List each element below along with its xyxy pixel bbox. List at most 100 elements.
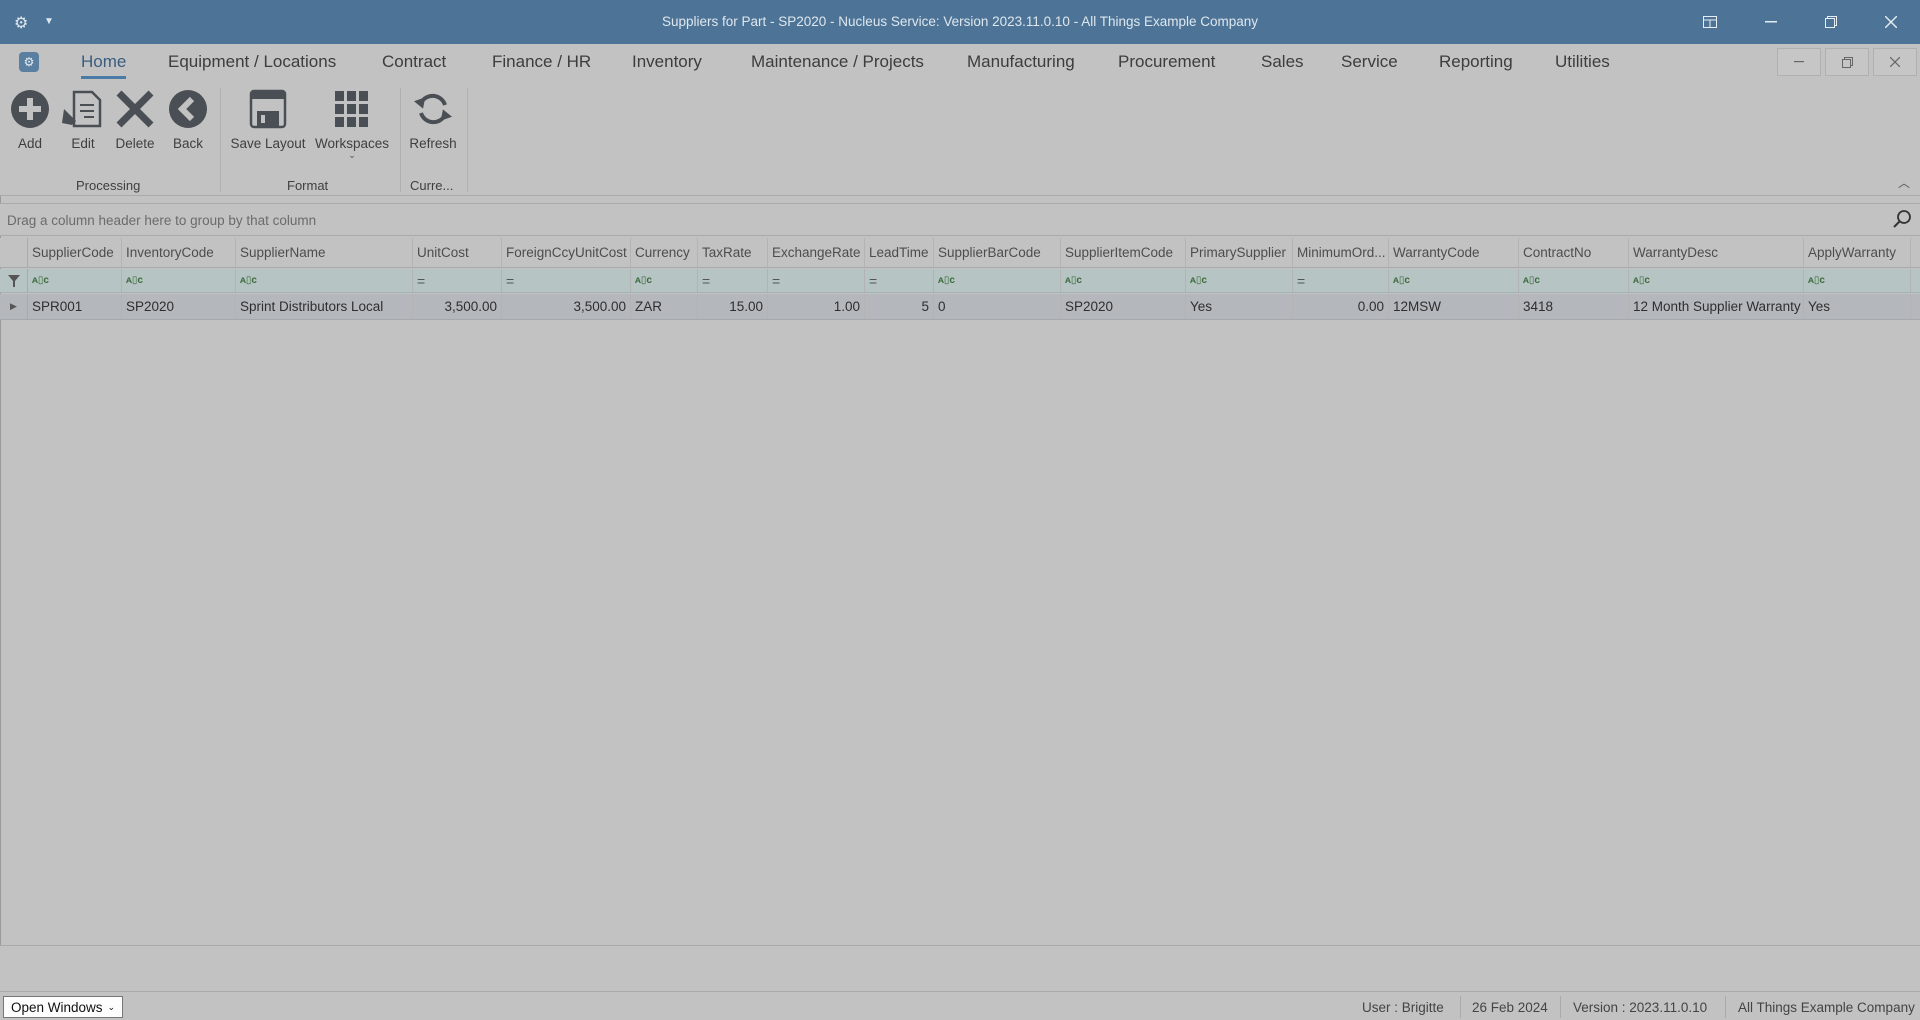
group-current-label: Curre... [410, 178, 454, 193]
cell-currency[interactable]: ZAR [631, 294, 698, 319]
column-header-inventory-code[interactable]: InventoryCode [122, 238, 236, 267]
tab-utilities[interactable]: Utilities [1555, 52, 1610, 72]
column-header-supplier-name[interactable]: SupplierName [236, 238, 413, 267]
status-bar: Open Windows ⌄ User : Brigitte 26 Feb 20… [0, 991, 1920, 1020]
back-button[interactable]: Back [166, 86, 210, 151]
chevron-down-icon: ⌄ [348, 150, 356, 160]
column-header-apply-warranty[interactable]: ApplyWarranty [1804, 238, 1911, 267]
column-header-supplier-item-code[interactable]: SupplierItemCode [1061, 238, 1186, 267]
status-separator [1725, 996, 1726, 1018]
tab-maintenance-projects[interactable]: Maintenance / Projects [751, 52, 924, 72]
menu-bar: ⚙ Home Equipment / Locations Contract Fi… [0, 44, 1920, 80]
column-header-warranty-desc[interactable]: WarrantyDesc [1629, 238, 1804, 267]
filter-cell-warranty-code[interactable]: ᴀ▯ᴄ [1389, 269, 1519, 292]
filter-cell-supplier-bar-code[interactable]: ᴀ▯ᴄ [934, 269, 1061, 292]
status-separator [1560, 996, 1561, 1018]
tab-inventory[interactable]: Inventory [632, 52, 702, 72]
filter-cell-supplier-item-code[interactable]: ᴀ▯ᴄ [1061, 269, 1186, 292]
ribbon: Add Edit Delete Back Save Layout Workspa… [0, 80, 1920, 196]
cell-tax-rate[interactable]: 15.00 [698, 294, 768, 319]
column-header-supplier-code[interactable]: SupplierCode [28, 238, 122, 267]
tab-procurement[interactable]: Procurement [1118, 52, 1215, 72]
grid-footer [0, 945, 1920, 991]
header-row: SupplierCode InventoryCode SupplierName Uni… [0, 238, 1920, 268]
filter-cell-currency[interactable]: ᴀ▯ᴄ [631, 269, 698, 292]
close-button[interactable] [1871, 8, 1911, 36]
filter-cell-foreign-ccy-unit-cost[interactable]: = [502, 269, 631, 292]
group-processing-label: Processing [76, 178, 141, 193]
group-format-label: Format [287, 178, 329, 193]
column-header-unit-cost[interactable]: UnitCost [413, 238, 502, 267]
save-layout-button[interactable]: Save Layout [228, 86, 308, 151]
cell-primary-supplier[interactable]: Yes [1186, 294, 1293, 319]
layout-icon[interactable] [1690, 8, 1730, 36]
column-header-tax-rate[interactable]: TaxRate [698, 238, 768, 267]
tab-manufacturing[interactable]: Manufacturing [967, 52, 1075, 72]
filter-cell-supplier-name[interactable]: ᴀ▯ᴄ [236, 269, 413, 292]
delete-button[interactable]: Delete [110, 86, 160, 151]
filter-cell-apply-warranty[interactable]: ᴀ▯ᴄ [1804, 269, 1911, 292]
open-windows-button[interactable]: Open Windows ⌄ [3, 996, 124, 1018]
cell-lead-time[interactable]: 5 [865, 294, 934, 319]
cell-unit-cost[interactable]: 3,500.00 [413, 294, 502, 319]
cell-apply-warranty[interactable]: Yes [1804, 294, 1911, 319]
group-hint: Drag a column header here to group by th… [7, 213, 317, 228]
app-logo-icon[interactable]: ⚙ [19, 52, 39, 72]
filter-icon[interactable] [0, 269, 28, 292]
minimize-button[interactable] [1751, 8, 1791, 36]
column-header-warranty-code[interactable]: WarrantyCode [1389, 238, 1519, 267]
collapse-ribbon-icon[interactable]: ︿ [1898, 174, 1910, 191]
filter-cell-supplier-code[interactable]: ᴀ▯ᴄ [28, 269, 122, 292]
grid-icon [312, 86, 392, 132]
tab-service[interactable]: Service [1341, 52, 1398, 72]
mdi-minimize-button[interactable] [1777, 48, 1821, 76]
column-header-supplier-bar-code[interactable]: SupplierBarCode [934, 238, 1061, 267]
filter-cell-lead-time[interactable]: = [865, 269, 934, 292]
mdi-close-button[interactable] [1873, 48, 1917, 76]
cell-foreign-ccy-unit-cost[interactable]: 3,500.00 [502, 294, 631, 319]
cell-inventory-code[interactable]: SP2020 [122, 294, 236, 319]
column-header-minimum-order[interactable]: MinimumOrd... [1293, 238, 1389, 267]
column-header-foreign-ccy-unit-cost[interactable]: ForeignCcyUnitCost [502, 238, 631, 267]
column-header-currency[interactable]: Currency [631, 238, 698, 267]
column-header-primary-supplier[interactable]: PrimarySupplier [1186, 238, 1293, 267]
mdi-restore-button[interactable] [1825, 48, 1869, 76]
filter-cell-primary-supplier[interactable]: ᴀ▯ᴄ [1186, 269, 1293, 292]
refresh-button[interactable]: Refresh [406, 86, 460, 151]
table-row[interactable]: ▶ SPR001 SP2020 Sprint Distributors Local 3… [0, 294, 1920, 320]
cell-minimum-order[interactable]: 0.00 [1293, 294, 1389, 319]
cell-supplier-item-code[interactable]: SP2020 [1061, 294, 1186, 319]
tab-sales[interactable]: Sales [1261, 52, 1304, 72]
cell-contract-no[interactable]: 3418 [1519, 294, 1629, 319]
tab-equipment-locations[interactable]: Equipment / Locations [168, 52, 336, 72]
tab-contract[interactable]: Contract [382, 52, 446, 72]
edit-button[interactable]: Edit [60, 86, 106, 151]
ribbon-separator [220, 88, 221, 192]
cell-warranty-desc[interactable]: 12 Month Supplier Warranty [1629, 294, 1804, 319]
cell-supplier-name[interactable]: Sprint Distributors Local [236, 294, 413, 319]
workspaces-button[interactable]: Workspaces ⌄ [312, 86, 392, 160]
filter-cell-warranty-desc[interactable]: ᴀ▯ᴄ [1629, 269, 1804, 292]
restore-button[interactable] [1811, 8, 1851, 36]
cell-supplier-bar-code[interactable]: 0 [934, 294, 1061, 319]
tab-reporting[interactable]: Reporting [1439, 52, 1513, 72]
filter-cell-exchange-rate[interactable]: = [768, 269, 865, 292]
tab-finance-hr[interactable]: Finance / HR [492, 52, 591, 72]
group-by-panel[interactable]: Drag a column header here to group by th… [0, 203, 1920, 236]
column-header-exchange-rate[interactable]: ExchangeRate [768, 238, 865, 267]
filter-cell-tax-rate[interactable]: = [698, 269, 768, 292]
tab-home[interactable]: Home [81, 52, 127, 79]
filter-cell-minimum-order[interactable]: = [1293, 269, 1389, 292]
search-icon[interactable] [1892, 209, 1912, 234]
cell-warranty-code[interactable]: 12MSW [1389, 294, 1519, 319]
cell-supplier-code[interactable]: SPR001 [28, 294, 122, 319]
add-button[interactable]: Add [8, 86, 52, 151]
column-header-lead-time[interactable]: LeadTime [865, 238, 934, 267]
column-header-contract-no[interactable]: ContractNo [1519, 238, 1629, 267]
cell-exchange-rate[interactable]: 1.00 [768, 294, 865, 319]
ribbon-separator [467, 88, 468, 192]
filter-cell-inventory-code[interactable]: ᴀ▯ᴄ [122, 269, 236, 292]
row-expand-icon[interactable]: ▶ [0, 294, 28, 319]
filter-cell-contract-no[interactable]: ᴀ▯ᴄ [1519, 269, 1629, 292]
filter-cell-unit-cost[interactable]: = [413, 269, 502, 292]
